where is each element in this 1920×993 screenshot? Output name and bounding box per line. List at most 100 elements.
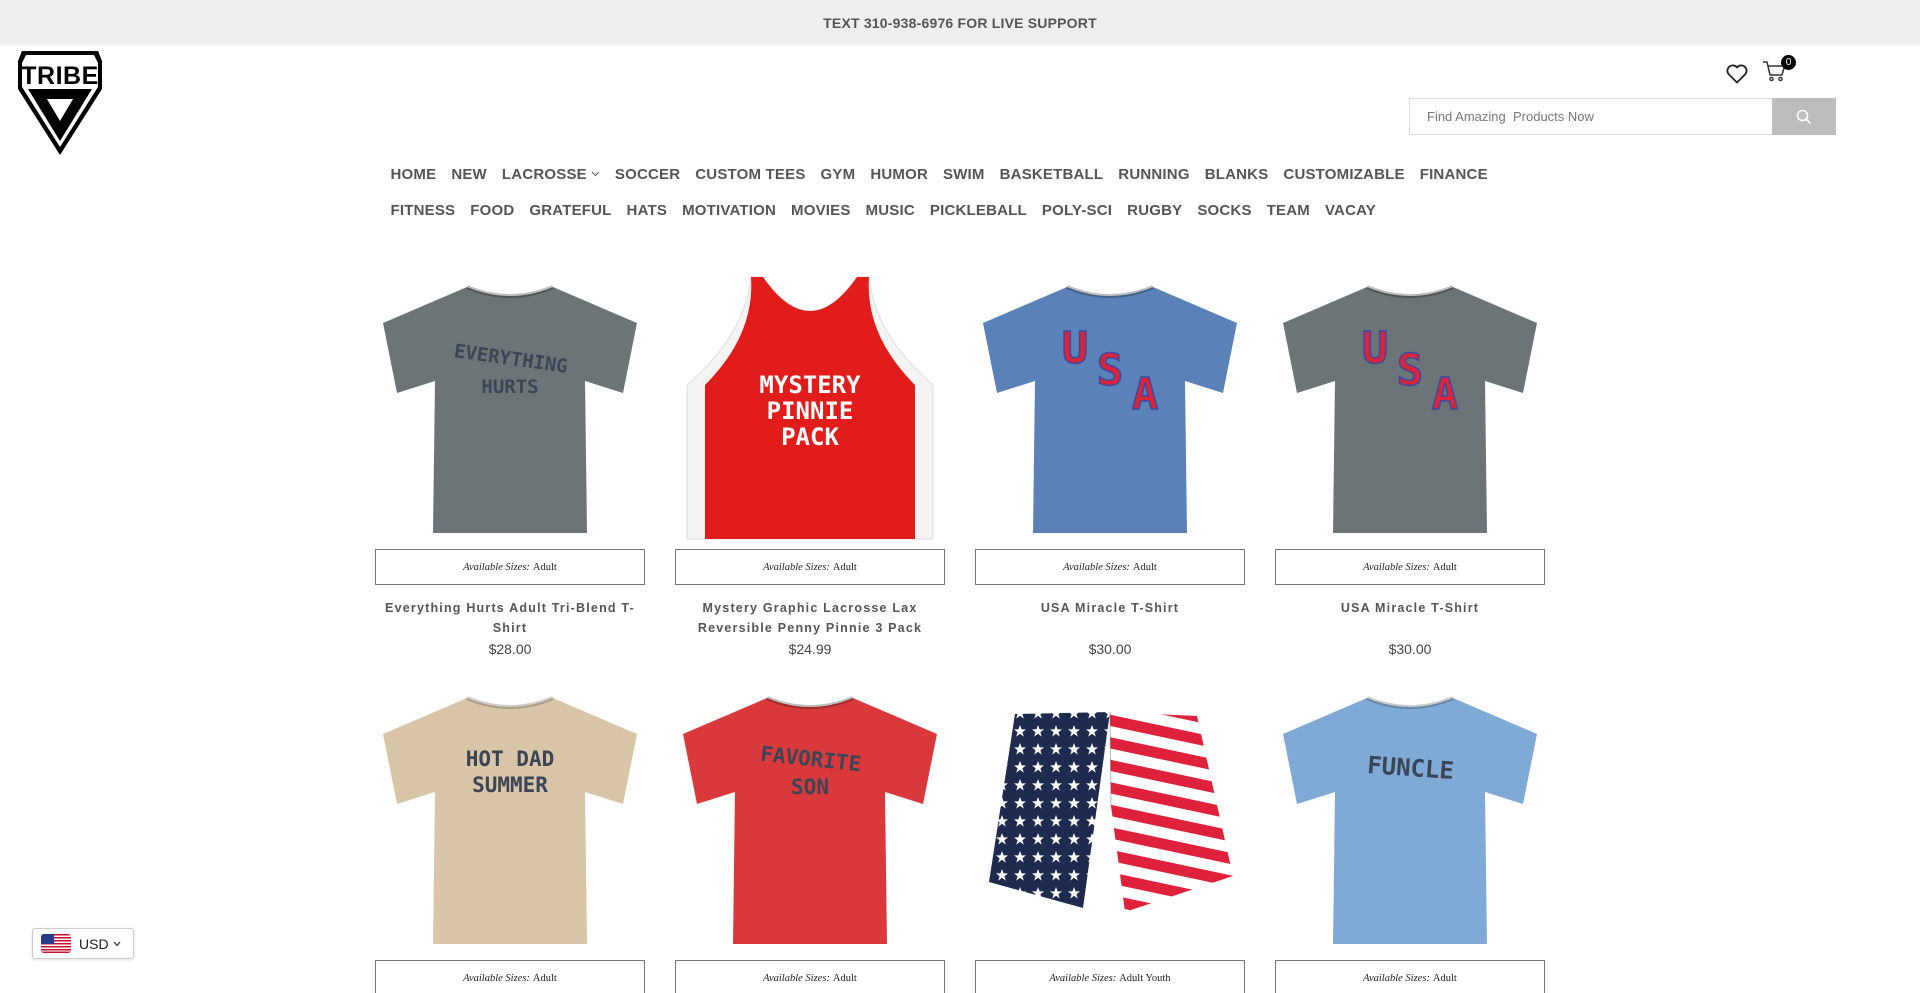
nav-item-label: SOCCER	[614, 165, 681, 183]
sizes-label: Available Sizes:	[1049, 972, 1117, 984]
nav-item-blanks[interactable]: BLANKS	[1197, 163, 1276, 185]
search-button[interactable]	[1772, 98, 1836, 135]
product-title[interactable]: Mystery Graphic Lacrosse Lax Reversible …	[675, 598, 945, 638]
product-image[interactable]: FAVORITE SON	[675, 686, 945, 952]
product-title[interactable]: USA Miracle T-Shirt	[975, 598, 1245, 638]
sizes-label: Available Sizes:	[1063, 561, 1130, 573]
product-image[interactable]: EVERYTHING HURTS	[375, 275, 645, 541]
nav-item-swim[interactable]: SWIM	[935, 163, 992, 185]
sizes-value: Adult	[832, 561, 857, 573]
nav-item-motivation[interactable]: MOTIVATION	[675, 199, 784, 221]
currency-code: USD	[79, 935, 109, 952]
nav-item-label: GYM	[820, 165, 856, 183]
available-sizes: Available Sizes: Adult	[375, 549, 645, 585]
nav-item-home[interactable]: HOME	[383, 163, 444, 185]
sizes-value: Adult	[532, 972, 557, 984]
announcement-bar: TEXT 310-938-6976 FOR LIVE SUPPORT	[0, 0, 1920, 45]
nav-item-label: POLY-SCI	[1041, 201, 1113, 219]
available-sizes: Available Sizes: Adult	[375, 960, 645, 993]
nav-item-vacay[interactable]: VACAY	[1317, 199, 1383, 221]
nav-item-new[interactable]: NEW	[444, 163, 495, 185]
nav-item-hats[interactable]: HATS	[619, 199, 675, 221]
header-icons: 0	[1725, 55, 1796, 86]
product-card[interactable]: MYSTERY PINNIE PACK Available Sizes: Adul…	[675, 275, 945, 657]
shirt-print-line: SUMMER	[472, 773, 548, 797]
nav-item-soccer[interactable]: SOCCER	[607, 163, 687, 185]
nav-item-poly-sci[interactable]: POLY-SCI	[1034, 199, 1119, 221]
nav-item-customizable[interactable]: CUSTOMIZABLE	[1276, 163, 1412, 185]
currency-selector[interactable]: USD	[32, 928, 134, 959]
product-card[interactable]: FAVORITE SON Available Sizes: Adult	[675, 686, 945, 993]
shirt-print-line: PACK	[781, 423, 839, 451]
product-card[interactable]: EVERYTHING HURTS Available Sizes: Adult E…	[375, 275, 645, 657]
nav-item-label: SWIM	[942, 165, 985, 183]
product-card[interactable]: FUNCLE Available Sizes: Adult	[1275, 686, 1545, 993]
sizes-label: Available Sizes:	[1363, 972, 1430, 984]
sizes-value: Adult	[1432, 561, 1457, 573]
chevron-down-icon	[591, 171, 600, 177]
main-nav-row-2: FITNESS FOOD GRATEFUL HATS MOTIVATION MO…	[383, 199, 1523, 221]
nav-item-food[interactable]: FOOD	[463, 199, 522, 221]
nav-item-lacrosse[interactable]: LACROSSE	[494, 163, 607, 185]
nav-item-basketball[interactable]: BASKETBALL	[992, 163, 1111, 185]
product-image[interactable]: HOT DAD SUMMER	[375, 686, 645, 952]
available-sizes: Available Sizes: Adult	[675, 549, 945, 585]
nav-item-label: HOME	[390, 165, 437, 183]
sizes-value: Adult Youth	[1119, 972, 1171, 984]
product-image[interactable]: MYSTERY PINNIE PACK	[675, 275, 945, 541]
nav-item-music[interactable]: MUSIC	[858, 199, 922, 221]
product-card[interactable]: HOT DAD SUMMER Available Sizes: Adult	[375, 686, 645, 993]
shirt-print-line: HURTS	[481, 376, 538, 398]
product-image[interactable]: U S A	[1275, 275, 1545, 541]
nav-item-running[interactable]: RUNNING	[1111, 163, 1197, 185]
nav-item-finance[interactable]: FINANCE	[1412, 163, 1495, 185]
sizes-label: Available Sizes:	[463, 561, 530, 573]
product-card[interactable]: U S A Available Sizes: Adult USA Miracle …	[1275, 275, 1545, 657]
nav-item-custom-tees[interactable]: CUSTOM TEES	[688, 163, 813, 185]
wishlist-heart-icon[interactable]	[1725, 62, 1749, 86]
available-sizes: Available Sizes: Adult	[675, 960, 945, 993]
announcement-text: TEXT 310-938-6976 FOR LIVE SUPPORT	[823, 14, 1097, 31]
sizes-value: Adult	[532, 561, 557, 573]
nav-item-pickleball[interactable]: PICKLEBALL	[922, 199, 1034, 221]
nav-item-label: CUSTOM TEES	[695, 165, 806, 183]
product-price: $30.00	[1388, 641, 1432, 657]
search-input[interactable]	[1409, 98, 1773, 135]
product-image[interactable]: FUNCLE	[1275, 686, 1545, 952]
nav-item-grateful[interactable]: GRATEFUL	[522, 199, 619, 221]
product-price: $24.99	[788, 641, 832, 657]
nav-item-label: HUMOR	[870, 165, 928, 183]
product-card[interactable]: Available Sizes: Adult Youth	[975, 686, 1245, 993]
nav-item-rugby[interactable]: RUGBY	[1120, 199, 1190, 221]
product-title[interactable]: USA Miracle T-Shirt	[1275, 598, 1545, 638]
nav-item-label: FINANCE	[1419, 165, 1488, 183]
nav-item-label: TEAM	[1266, 201, 1310, 219]
sizes-value: Adult	[1132, 561, 1157, 573]
product-image[interactable]	[975, 686, 1245, 952]
available-sizes: Available Sizes: Adult Youth	[975, 960, 1245, 993]
shirt-print-line: HOT DAD	[466, 747, 555, 771]
nav-item-movies[interactable]: MOVIES	[784, 199, 859, 221]
nav-item-gym[interactable]: GYM	[813, 163, 863, 185]
search-icon	[1796, 109, 1812, 124]
sizes-label: Available Sizes:	[1363, 561, 1430, 573]
nav-item-label: RUNNING	[1118, 165, 1190, 183]
nav-item-label: BLANKS	[1204, 165, 1269, 183]
product-image[interactable]: U S A	[975, 275, 1245, 541]
nav-item-label: PICKLEBALL	[929, 201, 1027, 219]
product-card[interactable]: U S A Available Sizes: Adult USA Miracle …	[975, 275, 1245, 657]
product-price: $28.00	[488, 641, 532, 657]
nav-item-humor[interactable]: HUMOR	[863, 163, 936, 185]
available-sizes: Available Sizes: Adult	[1275, 549, 1545, 585]
shirt-print-line: U	[1362, 323, 1389, 374]
main-nav-row-1: HOME NEW LACROSSE SOCCER CUSTOM TEES GYM…	[383, 163, 1523, 185]
tribe-logo[interactable]: TRIBE	[14, 49, 106, 157]
nav-item-fitness[interactable]: FITNESS	[383, 199, 463, 221]
nav-item-label: BASKETBALL	[999, 165, 1104, 183]
sizes-label: Available Sizes:	[463, 972, 530, 984]
nav-item-team[interactable]: TEAM	[1259, 199, 1317, 221]
cart-button[interactable]: 0	[1761, 55, 1796, 84]
nav-item-socks[interactable]: SOCKS	[1190, 199, 1259, 221]
product-title[interactable]: Everything Hurts Adult Tri-Blend T-Shirt	[375, 598, 645, 638]
sizes-label: Available Sizes:	[763, 561, 830, 573]
